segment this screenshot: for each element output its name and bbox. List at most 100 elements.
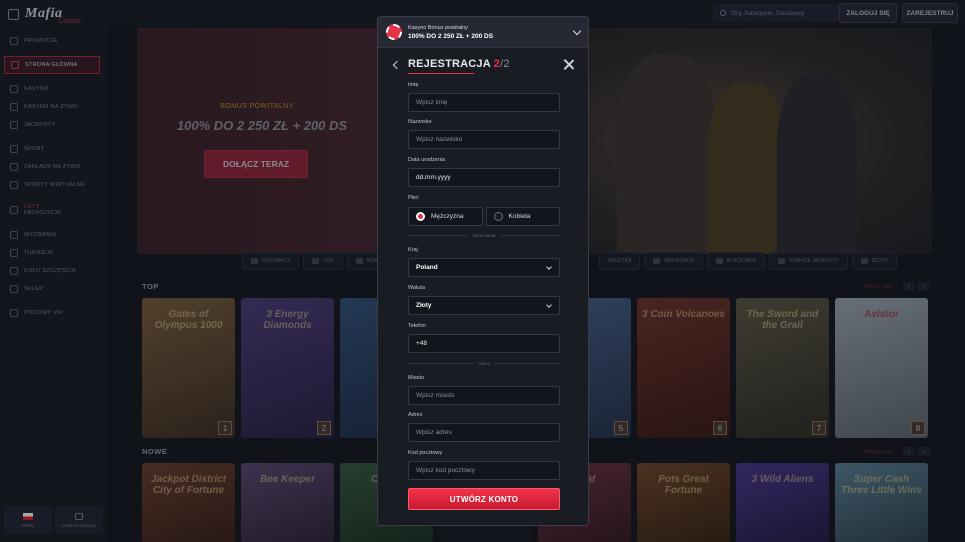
new-icon [355, 258, 363, 264]
gender-female-option[interactable]: Kobieta [485, 207, 560, 226]
sidebar-item-live-bets[interactable]: Zakłady na żywo [4, 158, 100, 176]
game-tile[interactable]: 3 Energy Diamonds 2 [241, 298, 334, 438]
first-name-field[interactable]: Wpisz imię [408, 93, 560, 112]
hero-subtitle: BONUS POWITALNY [220, 103, 294, 110]
casino-chip-icon [386, 24, 402, 40]
filter-chip[interactable]: Gorące jackpoty [769, 252, 848, 270]
game-tile[interactable]: Gates of Olympus 1000 1 [142, 298, 235, 438]
prev-arrow-icon[interactable]: ‹ [903, 447, 915, 456]
register-button[interactable]: ZAREJESTRUJ [902, 3, 958, 23]
game-tile[interactable]: Bee Keeper [241, 463, 334, 542]
birth-date-label: Data urodzenia [408, 157, 446, 163]
birth-date-field[interactable]: dd.mm.yyyy [408, 168, 560, 187]
sidebar-item-sport[interactable]: Sport [4, 140, 100, 158]
logo[interactable]: Mafia Casino [8, 4, 88, 25]
game-rank: 8 [911, 421, 925, 435]
sidebar-item-label: Koło szczęścia [24, 268, 76, 274]
see-all-new[interactable]: Więcej gier [864, 449, 892, 455]
sidebar-item-label: Sklep [24, 286, 44, 292]
character-figure [617, 54, 717, 254]
sidebar-item-loty[interactable]: Loty Propozycja [4, 200, 100, 220]
search-placeholder: Gry, Kategorie, Dostawcy [731, 9, 805, 17]
sidebar-item-promocje[interactable]: Promocje [4, 32, 100, 50]
currency-value: Złoty [416, 302, 432, 309]
login-button[interactable]: ZALOGUJ SIĘ [839, 3, 897, 23]
country-select[interactable]: Poland [408, 258, 560, 277]
phone-field[interactable]: +48 [408, 334, 560, 353]
sidebar-item-kasyno[interactable]: Kasyno [4, 80, 100, 98]
plane-icon [10, 206, 18, 214]
join-now-button[interactable]: DOŁĄCZ TERAZ [204, 150, 308, 178]
game-tile[interactable]: Aviator 8 [835, 298, 928, 438]
gender-label: Płeć [408, 195, 419, 201]
last-name-label: Nazwisko [408, 119, 432, 125]
prev-arrow-icon[interactable]: ‹ [903, 282, 915, 291]
bonus-selector[interactable]: Kasyno Bonus powitalny 100% DO 2 250 ZŁ … [378, 17, 588, 48]
game-rank: 2 [317, 421, 331, 435]
next-arrow-icon[interactable]: › [918, 447, 930, 456]
address-label: Adres [408, 412, 423, 418]
game-title: Super Cash Three Little Wins [841, 474, 922, 496]
game-tile[interactable]: Pots Great Fortune [637, 463, 730, 542]
sidebar-item-vip[interactable]: Poziomy VIP [4, 304, 100, 322]
game-tile[interactable]: 3 Coin Volcanoes 6 [637, 298, 730, 438]
filter-label: Sloty [871, 258, 888, 264]
sidebar-item-virtual-sports[interactable]: Sporty wirtualne [4, 176, 100, 194]
gender-selector: Mężczyzna Kobieta [408, 207, 560, 226]
registration-modal: Kasyno Bonus powitalny 100% DO 2 250 ZŁ … [377, 16, 589, 526]
create-account-button[interactable]: UTWÓRZ KONTO [408, 488, 560, 510]
search-input[interactable]: Gry, Kategorie, Dostawcy [713, 4, 841, 22]
postal-code-field[interactable]: Wpisz kod pocztowy [408, 461, 560, 480]
bonus-value: 100% DO 2 250 ZŁ + 200 DS [408, 32, 494, 40]
sidebar-item-label: Kasyno [24, 86, 49, 92]
sidebar-item-jackpoty[interactable]: Jackpoty [4, 116, 100, 134]
cards-icon [10, 85, 18, 93]
language-label: Polski [21, 522, 34, 528]
sidebar-item-label: Sporty wirtualne [24, 182, 86, 188]
search-icon [720, 10, 726, 16]
filter-chip[interactable]: Sloty [851, 252, 897, 270]
chevron-down-icon[interactable] [572, 26, 582, 36]
character-figure [707, 84, 787, 254]
menu-toggle-icon[interactable] [8, 8, 19, 20]
sidebar-item-live-casino[interactable]: Kasyno na żywo [4, 98, 100, 116]
help-center-button[interactable]: Centrum pomocy [55, 506, 103, 534]
bonus-icon [653, 258, 661, 264]
gender-male-option[interactable]: Mężczyzna [408, 207, 483, 226]
sidebar-item-label: Strona główna [25, 62, 78, 68]
filter-label: Top [323, 258, 334, 264]
game-title: Jackpot District City of Fortune [150, 474, 227, 496]
close-icon[interactable] [563, 59, 574, 70]
virtual-sport-icon [10, 181, 18, 189]
hero-title: 100% DO 2 250 ZŁ + 200 DS [176, 118, 348, 133]
filter-chip[interactable]: Blackjack [706, 252, 766, 270]
section-title-top: TOP [142, 282, 159, 291]
game-tile[interactable]: 3 Wild Aliens [736, 463, 829, 542]
poland-flag-icon [23, 512, 33, 520]
filter-chip[interactable]: Gry-Bonus [644, 252, 703, 270]
currency-select[interactable]: Złoty [408, 296, 560, 315]
sidebar-item-wheel[interactable]: Koło szczęścia [4, 262, 100, 280]
game-tile[interactable]: The Sword and the Grail 7 [736, 298, 829, 438]
city-field[interactable]: Wpisz miasto [408, 386, 560, 405]
gender-male-label: Mężczyzna [431, 213, 464, 220]
form-header: REJESTRACJA 2/2 [378, 57, 588, 75]
filter-chip[interactable]: Ruletka [599, 252, 641, 270]
live-bet-icon [10, 163, 18, 171]
game-tile[interactable]: Super Cash Three Little Wins [835, 463, 928, 542]
game-tile[interactable]: Jackpot District City of Fortune [142, 463, 235, 542]
sidebar-item-home[interactable]: Strona główna [4, 56, 100, 74]
filter-chip[interactable]: Dostawcy [242, 252, 300, 270]
last-name-field[interactable]: Wpisz nazwisko [408, 130, 560, 149]
sidebar-item-sklep[interactable]: Sklep [4, 280, 100, 298]
next-arrow-icon[interactable]: › [918, 282, 930, 291]
sidebar-item-turnieje[interactable]: Turnieje [4, 244, 100, 262]
sidebar-item-wyzwania[interactable]: Wyzwania [4, 226, 100, 244]
see-all-top[interactable]: Więcej gier [864, 284, 892, 290]
title-underline [408, 73, 474, 74]
filter-chip[interactable]: Top [303, 252, 343, 270]
language-button[interactable]: Polski [4, 506, 52, 534]
address-field[interactable]: Wpisz adres [408, 423, 560, 442]
pager-new: ‹ › [903, 447, 930, 456]
back-arrow-icon[interactable] [392, 60, 402, 70]
